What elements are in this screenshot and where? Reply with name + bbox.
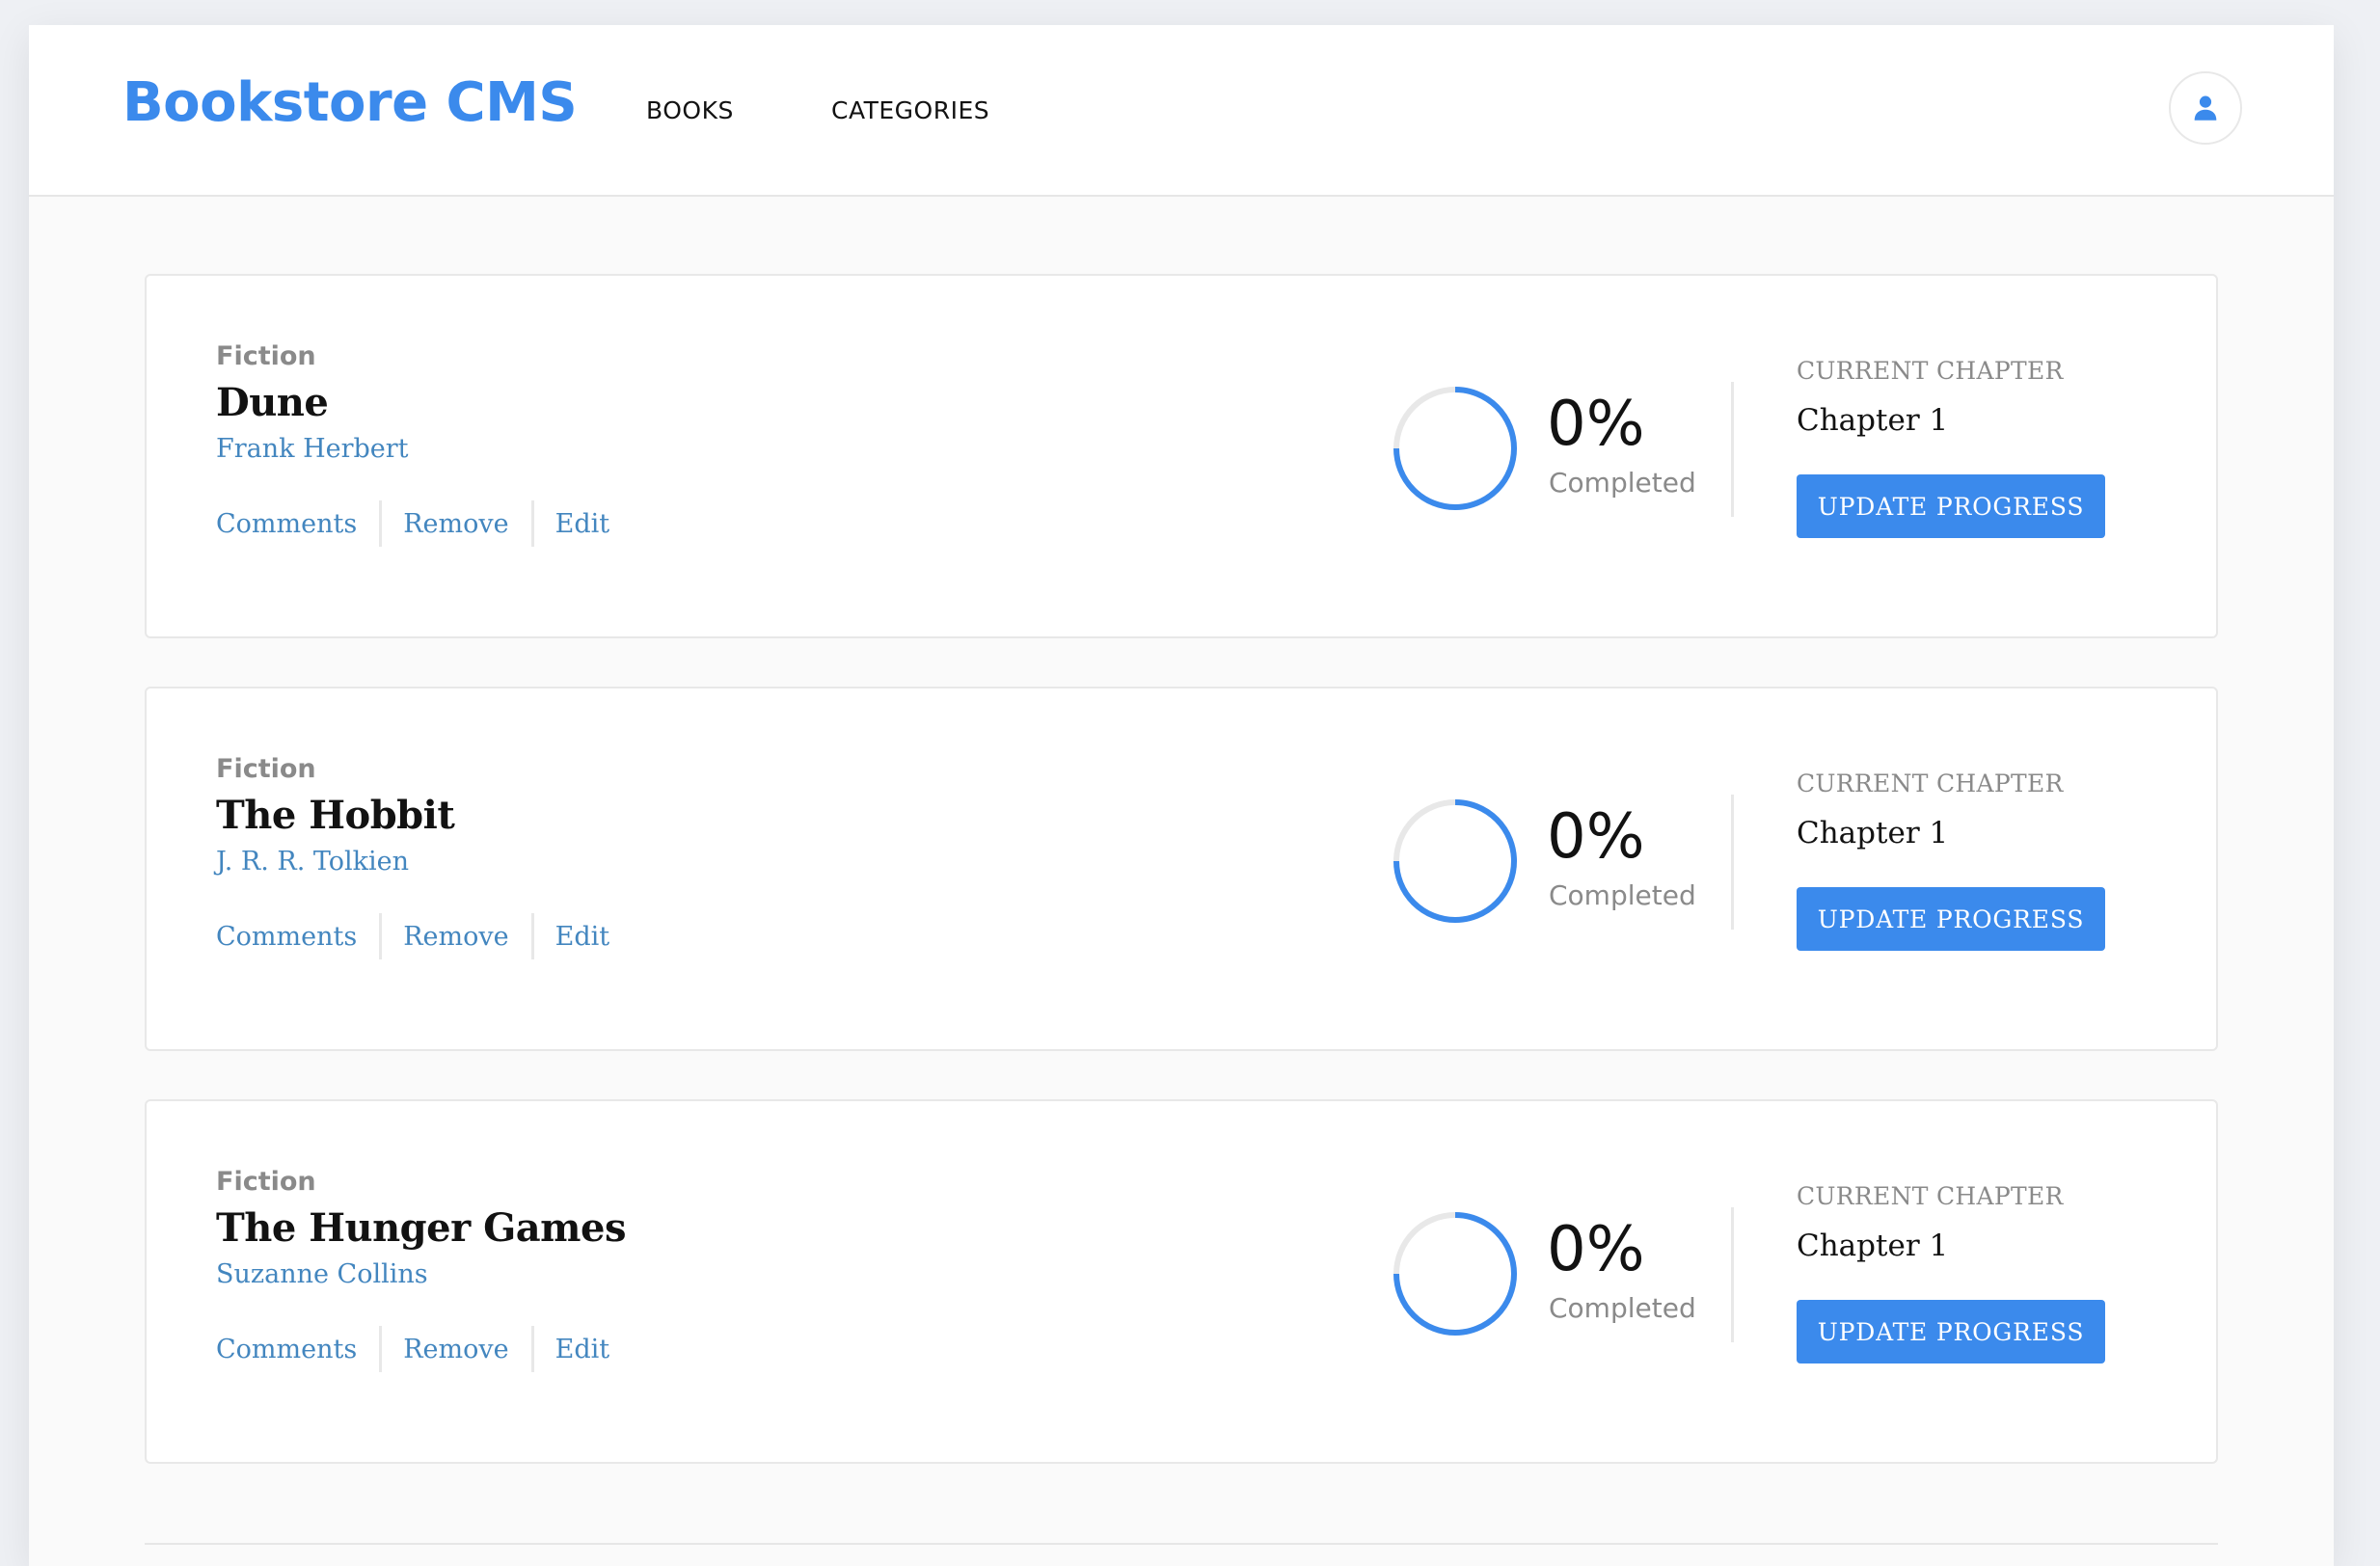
- current-chapter-label: CURRENT CHAPTER: [1797, 1182, 2064, 1210]
- header: Bookstore CMS BOOKS CATEGORIES: [29, 25, 2334, 197]
- divider-line: [145, 1543, 2218, 1545]
- comments-button[interactable]: Comments: [216, 1335, 357, 1364]
- book-card: Fiction The Hobbit J. R. R. Tolkien Comm…: [145, 687, 2218, 1051]
- book-title: The Hunger Games: [216, 1205, 626, 1251]
- remove-button[interactable]: Remove: [403, 1335, 508, 1364]
- vertical-divider: [1731, 795, 1734, 930]
- logo[interactable]: Bookstore CMS: [122, 71, 578, 134]
- nav-categories[interactable]: CATEGORIES: [831, 96, 989, 124]
- completed-label: Completed: [1549, 467, 1696, 499]
- progress-percent: 0%: [1547, 801, 1645, 873]
- book-category: Fiction: [216, 754, 316, 784]
- action-divider: [379, 913, 383, 959]
- book-actions: Comments Remove Edit: [216, 500, 609, 548]
- action-divider: [530, 1326, 534, 1372]
- current-chapter: Chapter 1: [1797, 403, 1949, 438]
- comments-button[interactable]: Comments: [216, 509, 357, 539]
- completed-label: Completed: [1549, 1292, 1696, 1324]
- progress-percent: 0%: [1547, 1214, 1645, 1285]
- book-category: Fiction: [216, 1167, 316, 1197]
- progress-percent: 0%: [1547, 389, 1645, 460]
- app-window: Bookstore CMS BOOKS CATEGORIES Fiction D…: [29, 25, 2334, 1566]
- book-category: Fiction: [216, 341, 316, 371]
- current-chapter-label: CURRENT CHAPTER: [1797, 770, 2064, 797]
- edit-button[interactable]: Edit: [555, 509, 609, 539]
- book-card: Fiction The Hunger Games Suzanne Collins…: [145, 1099, 2218, 1464]
- book-card: Fiction Dune Frank Herbert Comments Remo…: [145, 274, 2218, 638]
- current-chapter-label: CURRENT CHAPTER: [1797, 357, 2064, 385]
- nav-books[interactable]: BOOKS: [646, 96, 734, 124]
- user-button[interactable]: [2169, 71, 2242, 145]
- book-actions: Comments Remove Edit: [216, 912, 609, 960]
- book-author[interactable]: Suzanne Collins: [216, 1259, 428, 1289]
- remove-button[interactable]: Remove: [403, 509, 508, 539]
- current-chapter: Chapter 1: [1797, 816, 1949, 850]
- update-progress-button[interactable]: UPDATE PROGRESS: [1797, 474, 2105, 538]
- book-author[interactable]: J. R. R. Tolkien: [216, 847, 409, 877]
- book-title: Dune: [216, 380, 329, 425]
- action-divider: [379, 1326, 383, 1372]
- current-chapter: Chapter 1: [1797, 1228, 1949, 1263]
- book-title: The Hobbit: [216, 793, 455, 838]
- action-divider: [379, 500, 383, 547]
- book-author[interactable]: Frank Herbert: [216, 434, 409, 464]
- progress-ring: [1393, 1212, 1517, 1336]
- book-actions: Comments Remove Edit: [216, 1325, 609, 1373]
- action-divider: [530, 500, 534, 547]
- user-icon: [2194, 95, 2217, 121]
- action-divider: [530, 913, 534, 959]
- update-progress-button[interactable]: UPDATE PROGRESS: [1797, 887, 2105, 951]
- edit-button[interactable]: Edit: [555, 1335, 609, 1364]
- edit-button[interactable]: Edit: [555, 922, 609, 952]
- progress-ring: [1393, 387, 1517, 510]
- vertical-divider: [1731, 382, 1734, 517]
- remove-button[interactable]: Remove: [403, 922, 508, 952]
- progress-ring: [1393, 799, 1517, 923]
- comments-button[interactable]: Comments: [216, 922, 357, 952]
- vertical-divider: [1731, 1207, 1734, 1342]
- update-progress-button[interactable]: UPDATE PROGRESS: [1797, 1300, 2105, 1364]
- completed-label: Completed: [1549, 879, 1696, 911]
